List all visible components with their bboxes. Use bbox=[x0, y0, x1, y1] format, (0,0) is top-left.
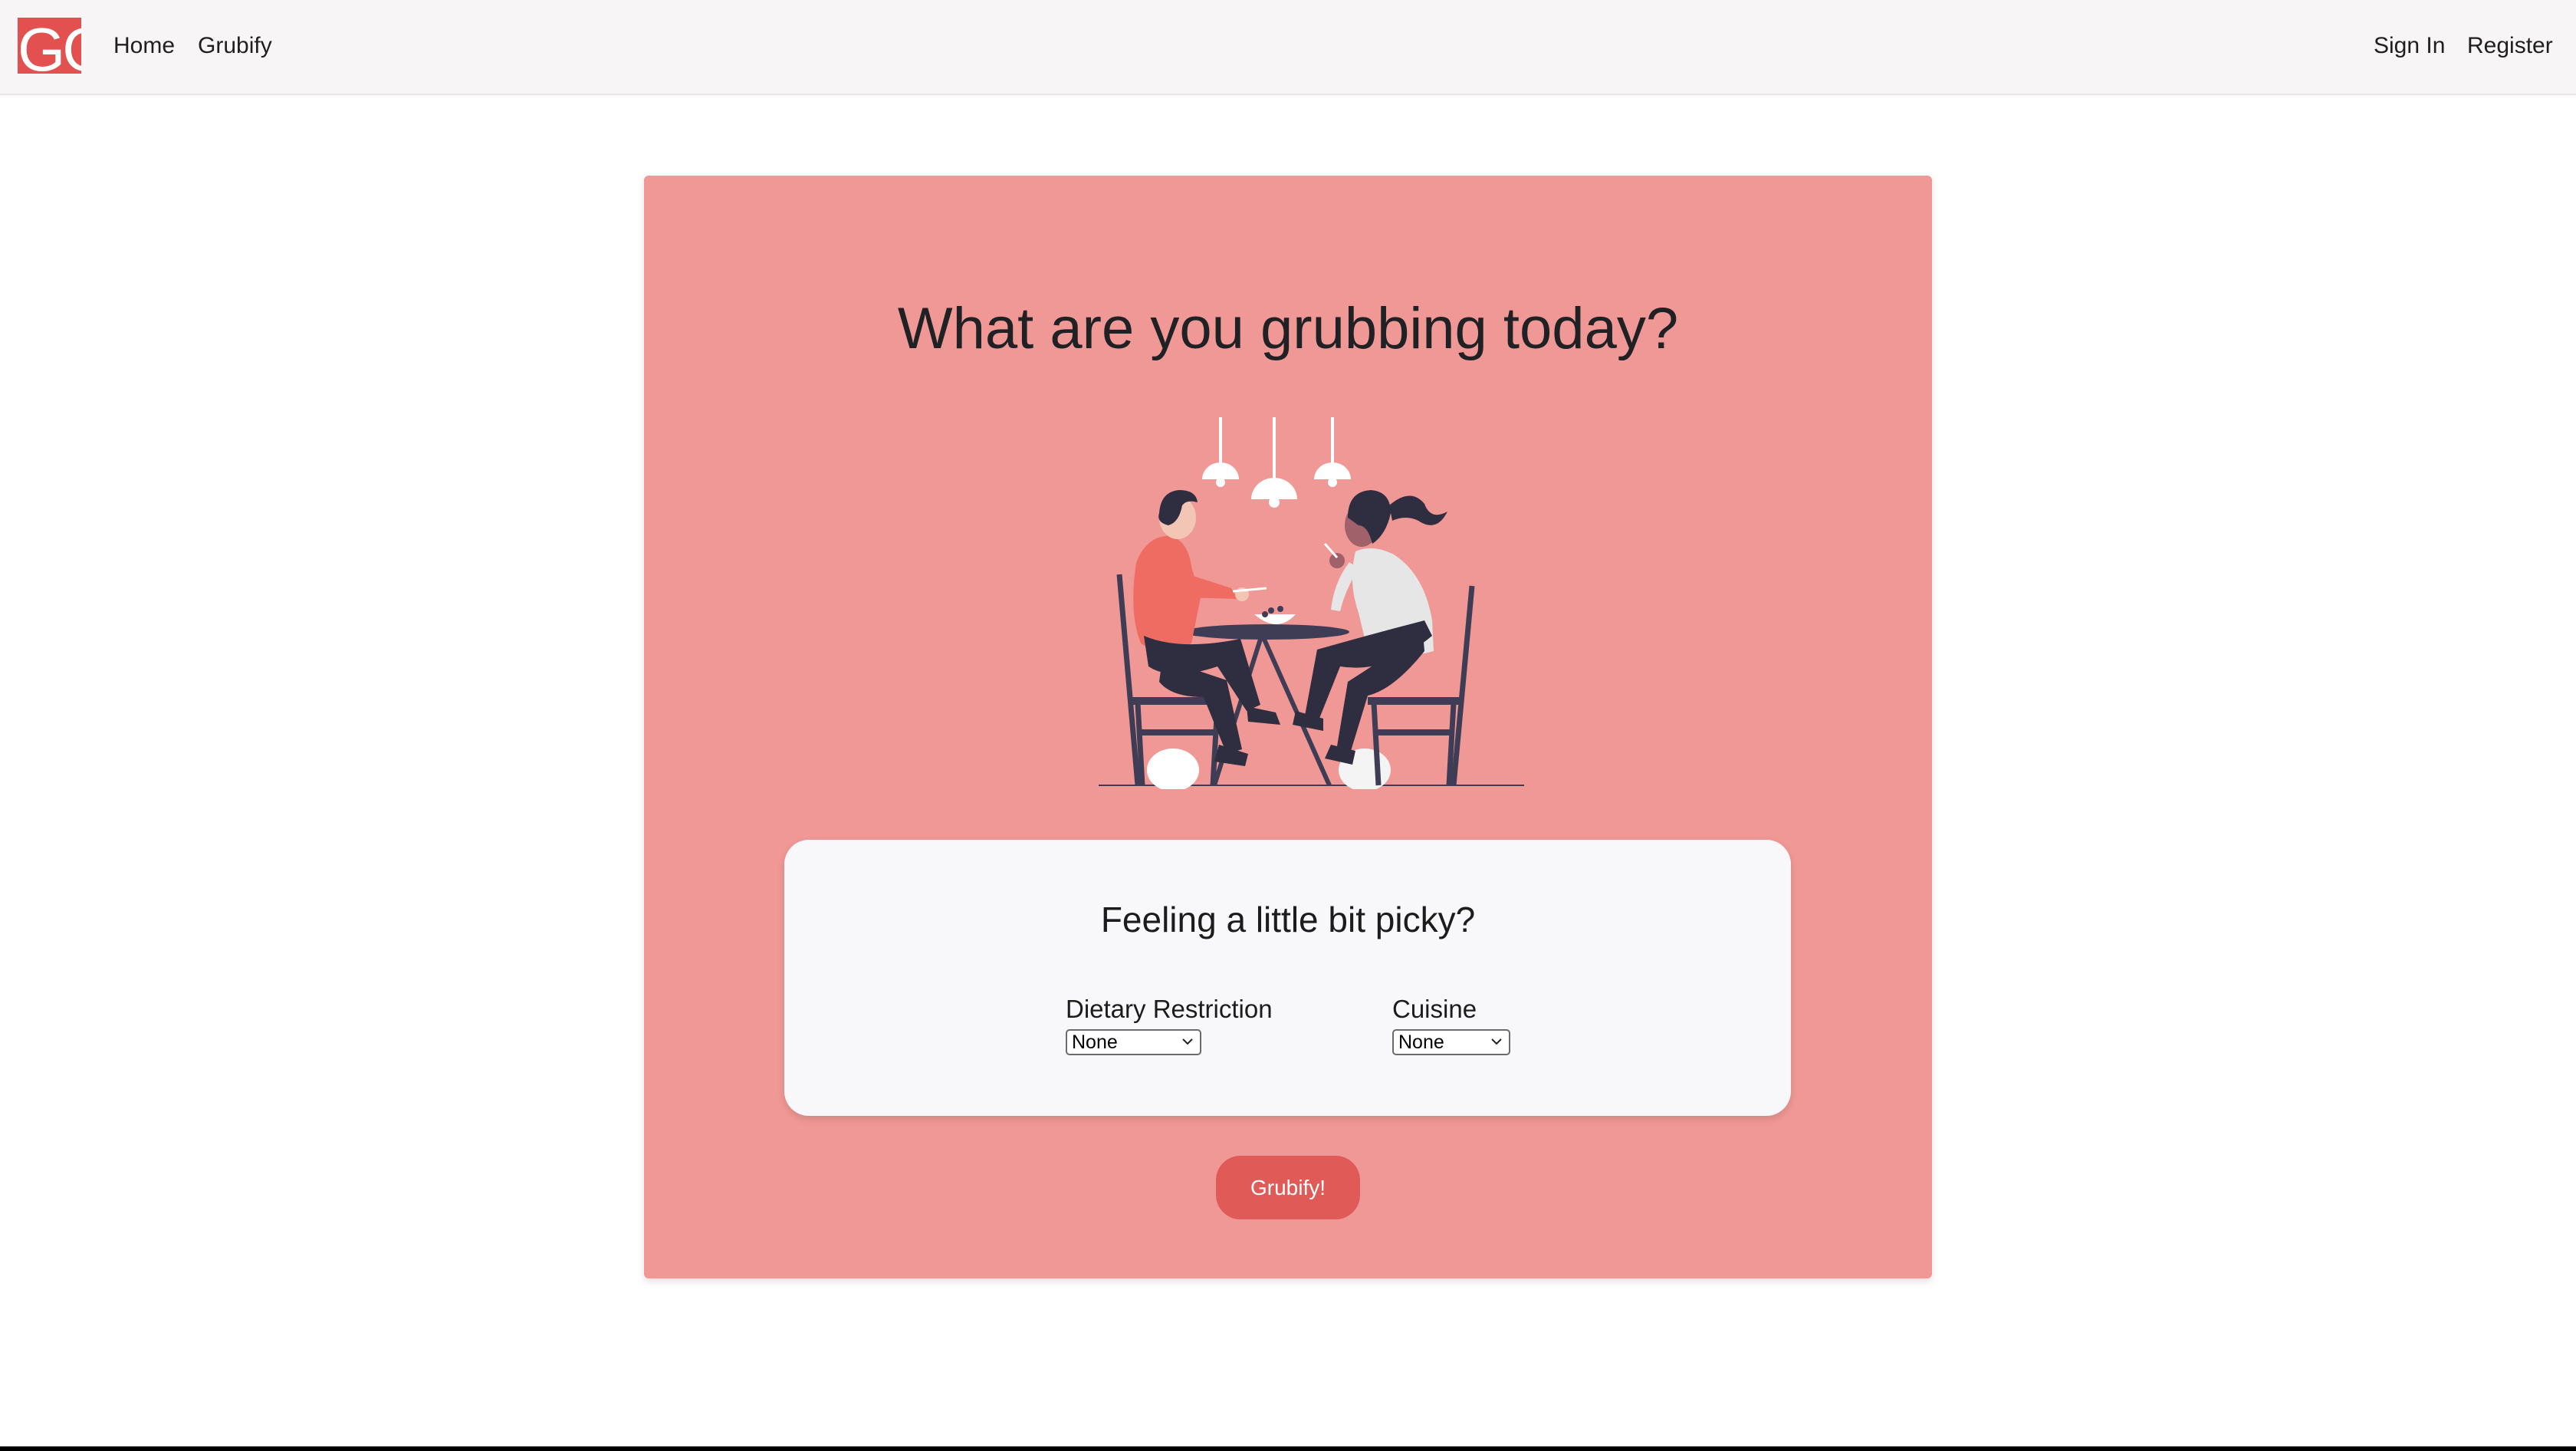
nav-home-link[interactable]: Home bbox=[113, 31, 175, 61]
cuisine-value: None bbox=[1398, 1031, 1444, 1053]
top-navbar: GG Home Grubify Sign In Register bbox=[0, 0, 2576, 95]
grubify-button[interactable]: Grubify! bbox=[1216, 1156, 1360, 1219]
dietary-restriction-value: None bbox=[1072, 1031, 1118, 1053]
nav-grubify-link[interactable]: Grubify bbox=[198, 31, 272, 61]
chevron-down-icon bbox=[1491, 1038, 1502, 1045]
cuisine-select[interactable]: None bbox=[1392, 1029, 1510, 1055]
dining-illustration bbox=[1099, 417, 1524, 789]
nav-signin-link[interactable]: Sign In bbox=[2374, 31, 2445, 61]
chevron-down-icon bbox=[1182, 1038, 1193, 1045]
nav-register-link[interactable]: Register bbox=[2467, 31, 2553, 61]
hero-title: What are you grubbing today? bbox=[897, 296, 1679, 361]
dietary-restriction-label: Dietary Restriction bbox=[1066, 995, 1273, 1023]
hero-card: What are you grubbing today? bbox=[644, 176, 1932, 1278]
filter-heading: Feeling a little bit picky? bbox=[1100, 900, 1476, 939]
filter-card bbox=[784, 840, 1791, 1116]
cuisine-label: Cuisine bbox=[1392, 995, 1477, 1023]
brand-logo[interactable]: GG bbox=[18, 18, 81, 74]
window-bottom-edge bbox=[0, 1446, 2576, 1451]
dietary-restriction-select[interactable]: None bbox=[1066, 1029, 1201, 1055]
